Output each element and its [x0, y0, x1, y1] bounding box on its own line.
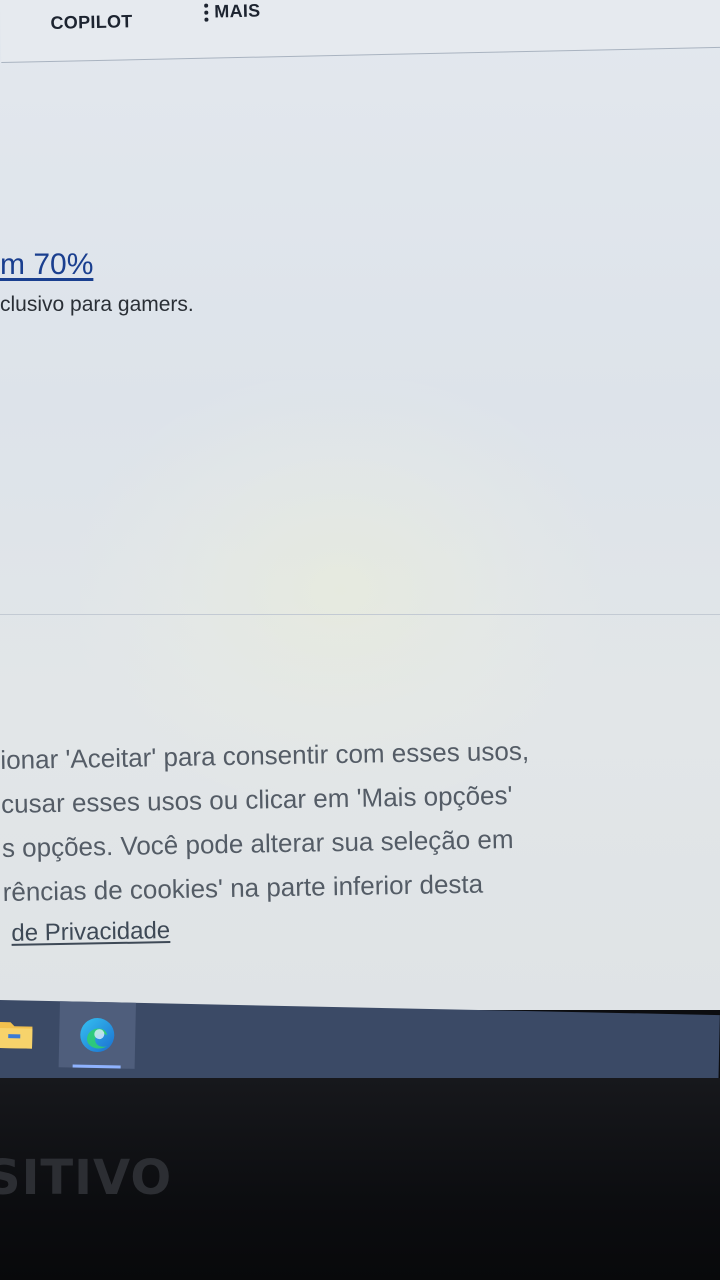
nav-copilot[interactable]: COPILOT [50, 11, 133, 34]
browser-top-nav: COPILOT MAIS [0, 0, 720, 63]
privacy-policy-link[interactable]: de Privacidade [11, 917, 170, 947]
more-vertical-icon [204, 3, 209, 22]
browser-viewport: COPILOT MAIS m 70% clusivo para gamers. … [0, 0, 720, 1010]
nav-more-label: MAIS [214, 0, 261, 22]
promo-link[interactable]: m 70% [0, 248, 93, 282]
cookie-consent-text: ionar 'Aceitar' para consentir com esses… [0, 725, 720, 954]
edge-icon[interactable] [58, 1001, 136, 1069]
nav-more[interactable]: MAIS [204, 1, 261, 23]
promo-subtitle: clusivo para gamers. [0, 293, 194, 316]
monitor-brand-logo: SITIVO [0, 1150, 173, 1206]
section-divider [0, 614, 720, 615]
folder-icon[interactable] [0, 1010, 36, 1057]
